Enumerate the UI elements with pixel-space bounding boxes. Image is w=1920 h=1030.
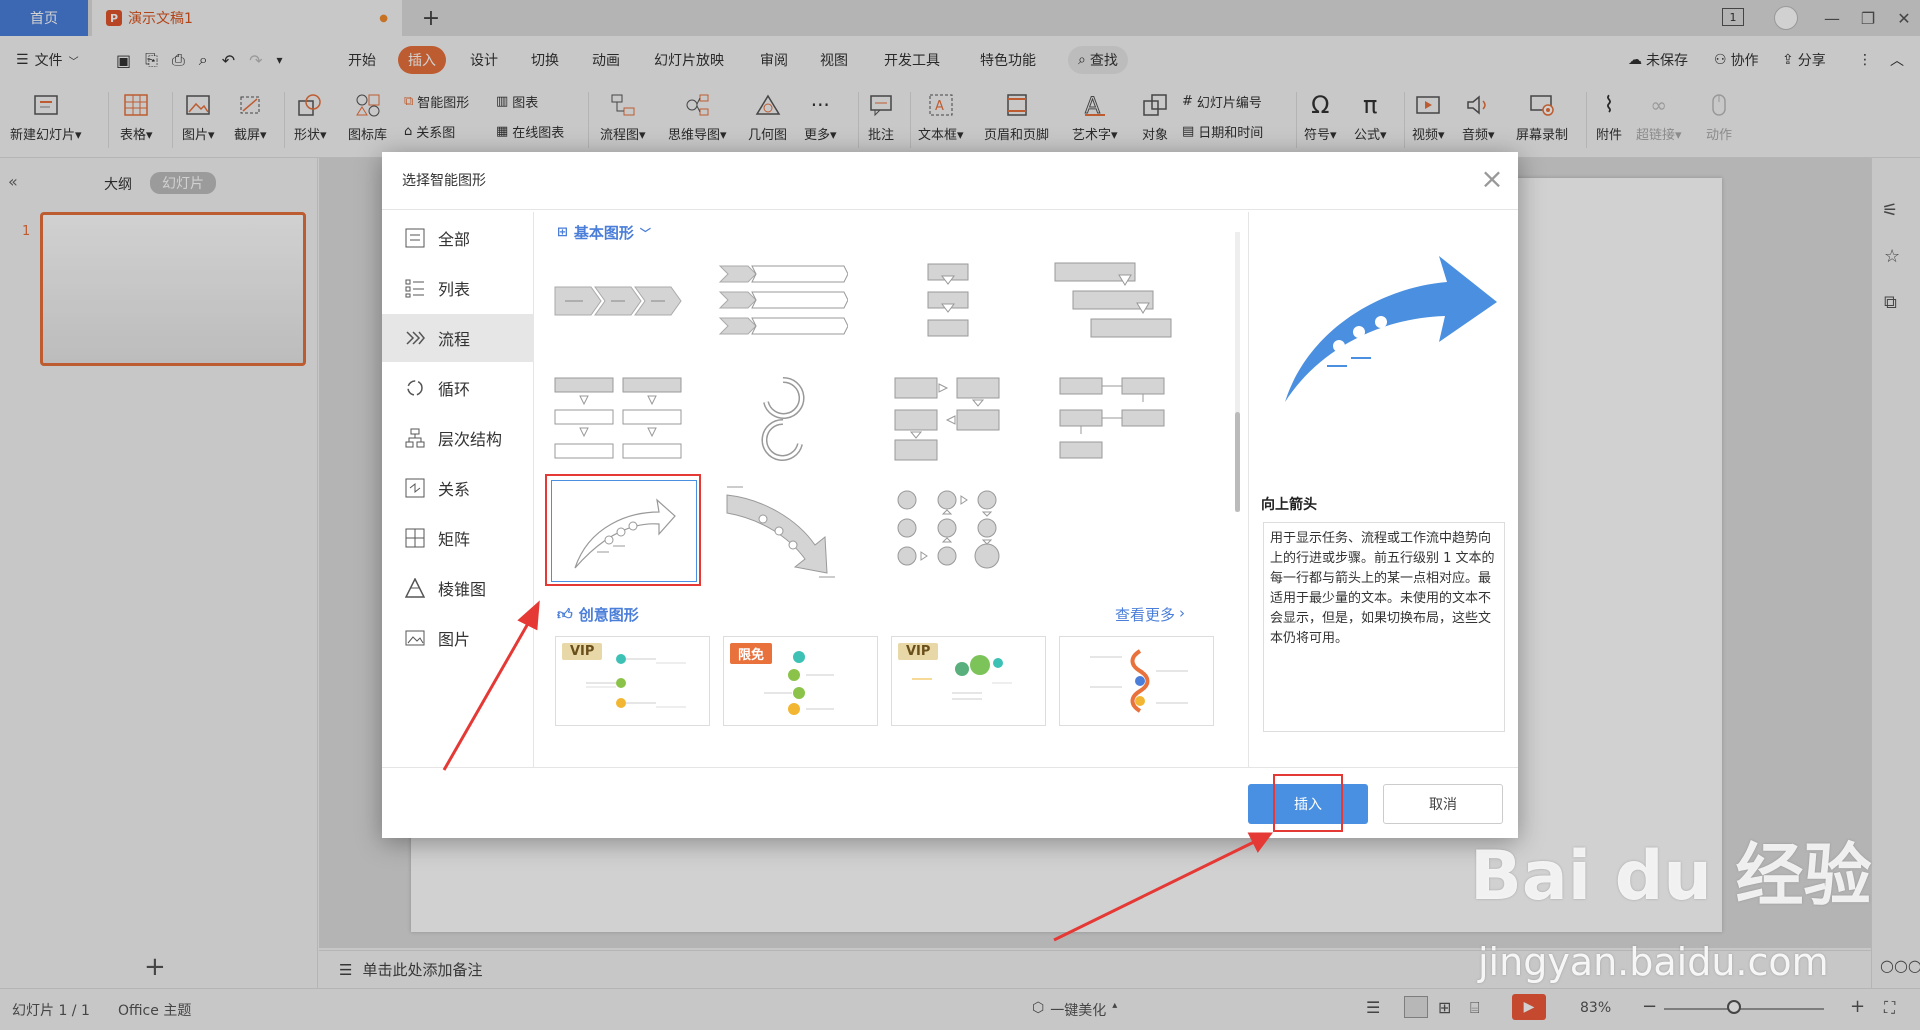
- hierarchy-icon: [404, 427, 426, 449]
- creative-shapes-header: 👍︎ 创意图形: [557, 604, 639, 625]
- picture-icon: [404, 627, 426, 649]
- matrix-icon: [404, 527, 426, 549]
- basic-shapes-header[interactable]: ⊞ 基本图形 ﹀: [557, 222, 651, 243]
- category-hierarchy-label: 层次结构: [438, 430, 503, 449]
- category-picture-label: 图片: [438, 630, 471, 649]
- creative-template-4[interactable]: [1059, 636, 1214, 726]
- category-relation[interactable]: 关系: [382, 464, 534, 512]
- process-icon: [404, 327, 426, 349]
- category-matrix-label: 矩阵: [438, 530, 471, 549]
- shape-basic-cycle-flow[interactable]: [700, 360, 865, 478]
- relation-icon: [404, 477, 426, 499]
- category-relation-label: 关系: [438, 480, 471, 499]
- category-all[interactable]: 全部: [382, 214, 534, 262]
- shape-basic-two-column-flow[interactable]: [535, 360, 700, 478]
- category-process[interactable]: 流程: [382, 314, 534, 362]
- gallery-scrollbar-thumb[interactable]: [1235, 412, 1240, 512]
- shape-basic-downward-arrow[interactable]: [700, 472, 865, 590]
- creative-template-2[interactable]: 限免: [723, 636, 878, 726]
- list-icon: [404, 277, 426, 299]
- watermark-logo: Bai du 经验: [1470, 837, 1872, 916]
- preview-title: 向上箭头: [1261, 497, 1317, 513]
- category-process-label: 流程: [438, 330, 471, 349]
- close-icon[interactable]: ×: [1474, 160, 1510, 196]
- category-cycle[interactable]: 循环: [382, 364, 534, 412]
- category-all-label: 全部: [438, 230, 471, 249]
- category-matrix[interactable]: 矩阵: [382, 514, 534, 562]
- thumbs-up-icon: 👍︎: [557, 605, 573, 623]
- see-more-link[interactable]: 查看更多 ›: [1115, 604, 1185, 625]
- category-picture[interactable]: 图片: [382, 614, 534, 662]
- shape-basic-circle-flow[interactable]: [865, 472, 1030, 590]
- creative-template-3[interactable]: VIP: [891, 636, 1046, 726]
- shape-basic-chevron-process[interactable]: [535, 242, 700, 360]
- shape-basic-chevron-list[interactable]: [700, 242, 865, 360]
- footer-divider: [382, 767, 1518, 768]
- shape-basic-staircase[interactable]: [1030, 242, 1195, 360]
- grid-icon: [404, 227, 426, 249]
- basic-shapes-label: 基本图形: [573, 224, 634, 242]
- shape-gallery: ⊞ 基本图形 ﹀ 👍︎ 创意图形 查看更多 › VIP 限免 VIP: [535, 212, 1240, 767]
- smart-shape-dialog: 选择智能图形 × 全部 列表 流程 循环 层次结构 关系 矩阵 棱锥图 图片 ⊞…: [382, 152, 1518, 838]
- creative-shapes-label: 创意图形: [578, 606, 639, 624]
- dialog-title: 选择智能图形: [402, 173, 486, 189]
- cycle-icon: [404, 377, 426, 399]
- category-hierarchy[interactable]: 层次结构: [382, 414, 534, 462]
- chevron-right-icon: ›: [1179, 604, 1186, 622]
- watermark-url: jingyan.baidu.com: [1478, 940, 1829, 984]
- shape-basic-snake-flow[interactable]: [865, 360, 1030, 478]
- category-list-label: 列表: [438, 280, 471, 299]
- shape-basic-zigzag-flow[interactable]: [1030, 360, 1195, 478]
- category-pyramid-label: 棱锥图: [438, 580, 487, 599]
- selected-shape-highlight: [545, 474, 701, 586]
- category-pyramid[interactable]: 棱锥图: [382, 564, 534, 612]
- insert-highlight-box: [1273, 774, 1343, 832]
- shape-basic-vertical-process[interactable]: [865, 242, 1030, 360]
- pyramid-icon: [404, 577, 426, 599]
- see-more-label: 查看更多: [1115, 606, 1176, 624]
- dialog-header: [382, 152, 1518, 210]
- category-list-item[interactable]: 列表: [382, 264, 534, 312]
- grid-icon: ⊞: [557, 225, 568, 240]
- category-cycle-label: 循环: [438, 380, 471, 399]
- preview-description: 用于显示任务、流程或工作流中趋势向上的行进或步骤。前五行级别 1 文本的每一行都…: [1263, 522, 1505, 732]
- category-list: 全部 列表 流程 循环 层次结构 关系 矩阵 棱锥图 图片: [382, 212, 534, 767]
- chevron-down-icon: ﹀: [639, 226, 651, 240]
- preview-image: [1267, 232, 1507, 416]
- cancel-button[interactable]: 取消: [1383, 784, 1503, 824]
- preview-panel: 向上箭头 用于显示任务、流程或工作流中趋势向上的行进或步骤。前五行级别 1 文本…: [1248, 212, 1518, 767]
- creative-template-1[interactable]: VIP: [555, 636, 710, 726]
